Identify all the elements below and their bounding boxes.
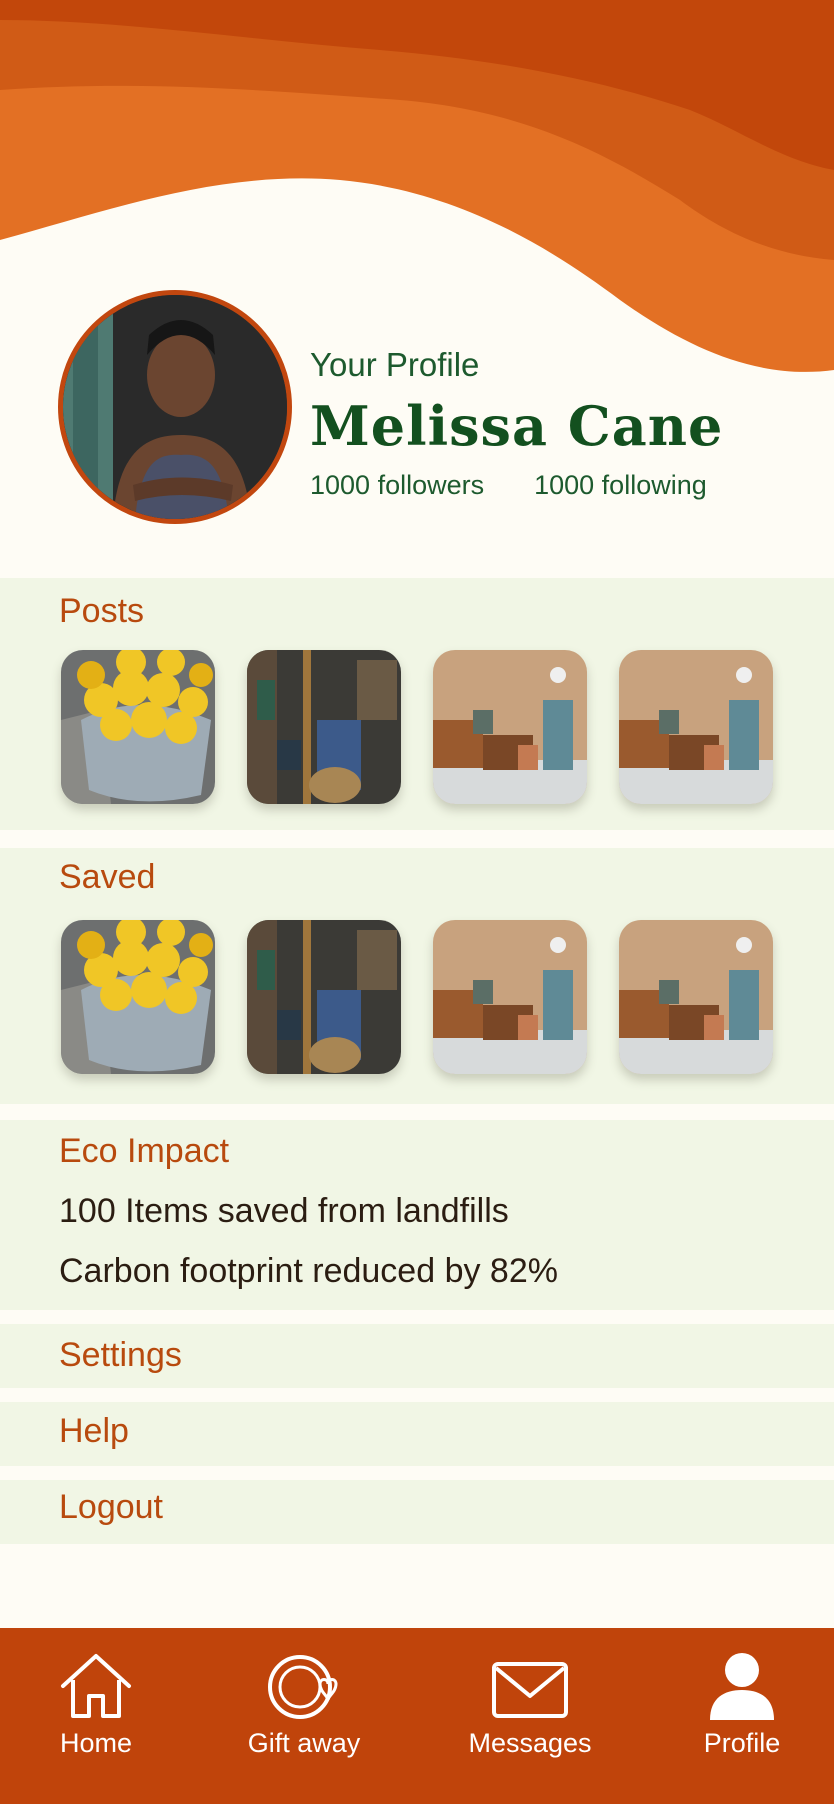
profile-stats: 1000 followers 1000 following — [310, 470, 723, 501]
saved-thumbnail[interactable] — [61, 920, 215, 1074]
tab-gift-away-label: Gift away — [247, 1728, 361, 1758]
envelope-icon — [492, 1662, 568, 1718]
profile-heading: Your Profile — [310, 346, 480, 383]
settings-row[interactable]: Settings — [0, 1324, 834, 1388]
profile-name: Melissa Cane — [310, 394, 724, 458]
tab-home[interactable]: Home — [6, 1628, 186, 1804]
lemons-image — [61, 650, 215, 804]
posts-title: Posts — [59, 592, 145, 630]
room-items-image — [619, 650, 773, 804]
bottom-tab-bar: Home Gift away Messages Profile — [0, 1628, 834, 1804]
room-items-image — [433, 920, 587, 1074]
shop-shelf-image — [247, 650, 401, 804]
post-thumbnail[interactable] — [619, 650, 773, 804]
logout-row[interactable]: Logout — [0, 1480, 834, 1544]
saved-grid — [61, 920, 773, 1074]
tab-gift-away[interactable]: Gift away — [214, 1628, 394, 1804]
tab-messages-label: Messages — [468, 1728, 592, 1758]
gift-away-icon — [268, 1655, 338, 1719]
help-label: Help — [59, 1412, 129, 1450]
settings-label: Settings — [59, 1336, 182, 1374]
post-thumbnail[interactable] — [433, 650, 587, 804]
person-icon — [710, 1653, 774, 1720]
logout-label: Logout — [59, 1488, 163, 1526]
eco-items-saved: 100 Items saved from landfills — [59, 1192, 509, 1230]
following-count[interactable]: 1000 following — [534, 470, 707, 501]
lemons-image — [61, 920, 215, 1074]
room-items-image — [619, 920, 773, 1074]
tab-profile[interactable]: Profile — [652, 1628, 832, 1804]
saved-section: Saved — [0, 848, 834, 1104]
saved-thumbnail[interactable] — [247, 920, 401, 1074]
help-row[interactable]: Help — [0, 1402, 834, 1466]
tab-home-label: Home — [59, 1728, 133, 1758]
profile-info: Your Profile Melissa Cane 1000 followers… — [310, 346, 723, 501]
tab-messages[interactable]: Messages — [440, 1628, 620, 1804]
saved-thumbnail[interactable] — [433, 920, 587, 1074]
saved-thumbnail[interactable] — [619, 920, 773, 1074]
tab-profile-label: Profile — [703, 1728, 781, 1758]
posts-section: Posts — [0, 578, 834, 830]
room-items-image — [433, 650, 587, 804]
shop-shelf-image — [247, 920, 401, 1074]
post-thumbnail[interactable] — [247, 650, 401, 804]
eco-impact-section: Eco Impact 100 Items saved from landfill… — [0, 1120, 834, 1310]
saved-title: Saved — [59, 858, 156, 896]
followers-count[interactable]: 1000 followers — [310, 470, 484, 501]
profile-avatar[interactable] — [58, 290, 292, 524]
profile-header: Your Profile Melissa Cane 1000 followers… — [0, 0, 834, 560]
eco-impact-title: Eco Impact — [59, 1132, 230, 1170]
home-icon — [61, 1654, 131, 1718]
avatar-photo — [63, 295, 287, 519]
posts-grid — [61, 650, 773, 804]
eco-carbon-reduced: Carbon footprint reduced by 82% — [59, 1252, 558, 1290]
post-thumbnail[interactable] — [61, 650, 215, 804]
